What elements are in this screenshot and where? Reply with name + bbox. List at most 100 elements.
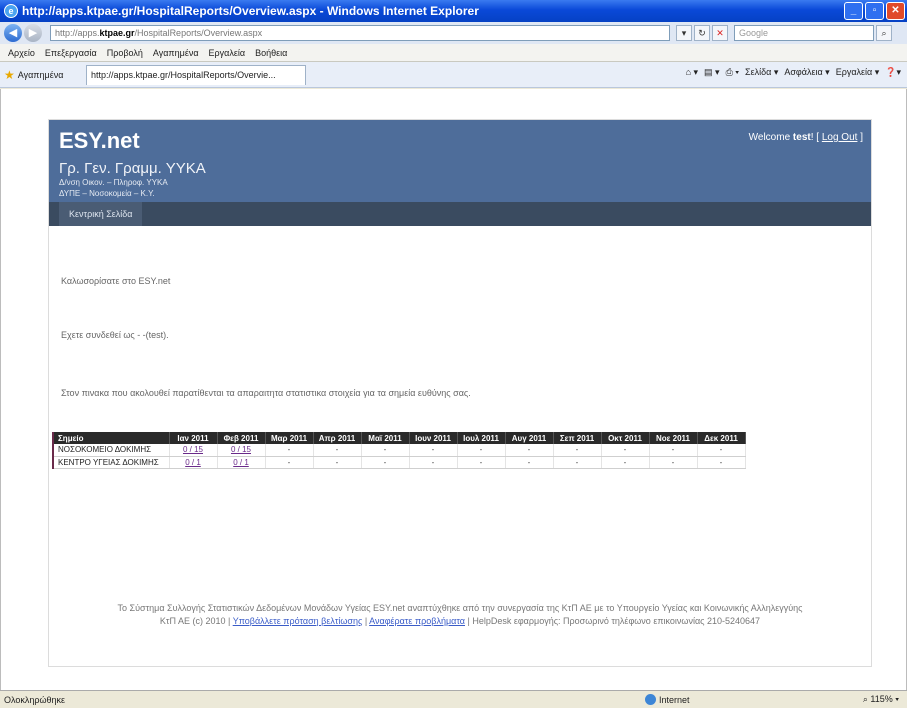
- menu-view[interactable]: Προβολή: [107, 48, 143, 58]
- footer-line-1: Το Σύστημα Συλλογής Στατιστικών Δεδομένω…: [117, 603, 803, 613]
- security-zone: Internet: [645, 694, 690, 705]
- cmd-tools[interactable]: Εργαλεία ▾: [836, 67, 880, 78]
- column-header: Ιουλ 2011: [457, 432, 506, 444]
- cmd-safety[interactable]: Ασφάλεια ▾: [784, 67, 829, 78]
- search-input[interactable]: Google: [734, 25, 874, 41]
- close-button[interactable]: ✕: [886, 2, 905, 20]
- table-intro: Στον πινακα που ακολουθεί παρατίθενται τ…: [61, 388, 471, 398]
- column-header: Δεκ 2011: [697, 432, 746, 444]
- cell-link-feb: 0 / 1: [217, 456, 266, 469]
- stats-link[interactable]: 0 / 15: [183, 445, 203, 454]
- cell-link-jan: 0 / 1: [169, 456, 218, 469]
- table-cell: -: [265, 444, 314, 457]
- back-button[interactable]: ◀: [4, 24, 22, 42]
- report-problem-link[interactable]: Αναφέρατε προβλήματα: [369, 616, 465, 626]
- column-header: Οκτ 2011: [601, 432, 650, 444]
- row-name: ΝΟΣΟΚΟΜΕΙΟ ΔΟΚΙΜΗΣ: [53, 444, 170, 457]
- column-header: Ιουν 2011: [409, 432, 458, 444]
- menu-edit[interactable]: Επεξεργασία: [45, 48, 97, 58]
- table-cell: -: [697, 456, 746, 469]
- row-name: ΚΕΝΤΡΟ ΥΓΕΙΑΣ ΔΟΚΙΜΗΣ: [53, 456, 170, 469]
- globe-icon: [645, 694, 656, 705]
- help-icon[interactable]: ❓▾: [885, 67, 901, 78]
- search-icon[interactable]: ⌕: [876, 25, 892, 41]
- site-footer: Το Σύστημα Συλλογής Στατιστικών Δεδομένω…: [49, 602, 871, 628]
- logged-in-message: Εχετε συνδεθεί ως - -(test).: [61, 330, 169, 340]
- table-cell: -: [409, 456, 458, 469]
- logout-link[interactable]: Log Out: [822, 132, 858, 143]
- address-bar: ◀ ▶ http://apps.ktpae.gr/HospitalReports…: [0, 22, 907, 44]
- menu-file[interactable]: Αρχείο: [8, 48, 35, 58]
- table-row: ΝΟΣΟΚΟΜΕΙΟ ΔΟΚΙΜΗΣ 0 / 15 0 / 15 - - - -…: [53, 444, 746, 457]
- url-input[interactable]: http://apps.ktpae.gr/HospitalReports/Ove…: [50, 25, 670, 41]
- column-header: Μαϊ 2011: [361, 432, 410, 444]
- table-cell: -: [313, 444, 362, 457]
- cmd-page[interactable]: Σελίδα ▾: [745, 67, 778, 78]
- menu-favorites[interactable]: Αγαπημένα: [153, 48, 199, 58]
- status-text: Ολοκληρώθηκε: [4, 694, 66, 705]
- welcome-text: Welcome test! [ Log Out ]: [748, 132, 863, 143]
- stats-link[interactable]: 0 / 15: [231, 445, 251, 454]
- suggest-improvement-link[interactable]: Υποβάλλετε πρόταση βελτίωσης: [233, 616, 363, 626]
- footer-line-2: ΚτΠ ΑΕ (c) 2010 | Υποβάλλετε πρόταση βελ…: [159, 616, 761, 626]
- table-cell: -: [505, 444, 554, 457]
- table-row: ΚΕΝΤΡΟ ΥΓΕΙΑΣ ΔΟΚΙΜΗΣ 0 / 1 0 / 1 - - - …: [53, 456, 746, 469]
- minimize-button[interactable]: _: [844, 2, 863, 20]
- forward-button[interactable]: ▶: [24, 24, 42, 42]
- column-header: Φεβ 2011: [217, 432, 266, 444]
- window-controls: _ ▫ ✕: [844, 2, 905, 20]
- menu-help[interactable]: Βοήθεια: [255, 48, 287, 58]
- site-nav: Κεντρική Σελίδα: [49, 202, 871, 226]
- browser-window: e http://apps.ktpae.gr/HospitalReports/O…: [0, 0, 907, 708]
- stats-table: Σημείο Ιαν 2011 Φεβ 2011 Μαρ 2011 Απρ 20…: [52, 432, 746, 469]
- table-cell: -: [649, 444, 698, 457]
- star-icon: ★: [4, 67, 15, 82]
- menu-tools[interactable]: Εργαλεία: [209, 48, 246, 58]
- welcome-message: Καλωσορίσατε στο ESY.net: [61, 276, 171, 286]
- stats-link[interactable]: 0 / 1: [233, 458, 249, 467]
- page-viewport: ESY.net Γρ. Γεν. Γραμμ. ΥΥΚΑ Δ/νση Οικον…: [0, 89, 907, 690]
- table-cell: -: [505, 456, 554, 469]
- dropdown-icon[interactable]: ▾: [676, 25, 692, 41]
- table-cell: -: [601, 456, 650, 469]
- table-cell: -: [265, 456, 314, 469]
- nav-home[interactable]: Κεντρική Σελίδα: [59, 202, 143, 226]
- table-cell: -: [649, 456, 698, 469]
- table-cell: -: [409, 444, 458, 457]
- title-bar: e http://apps.ktpae.gr/HospitalReports/O…: [0, 0, 907, 22]
- cell-link-feb: 0 / 15: [217, 444, 266, 457]
- column-header: Σεπ 2011: [553, 432, 602, 444]
- table-cell: -: [601, 444, 650, 457]
- table-cell: -: [457, 456, 506, 469]
- site-brand: ESY.net: [59, 128, 140, 153]
- column-header: Απρ 2011: [313, 432, 362, 444]
- table-cell: -: [313, 456, 362, 469]
- table-cell: -: [697, 444, 746, 457]
- table-cell: -: [457, 444, 506, 457]
- tab-current[interactable]: http://apps.ktpae.gr/HospitalReports/Ove…: [86, 64, 306, 85]
- stop-icon[interactable]: ✕: [712, 25, 728, 41]
- table-cell: -: [361, 444, 410, 457]
- feeds-icon[interactable]: ▤ ▾: [704, 67, 720, 78]
- tab-bar: ★ Αγαπημένα http://apps.ktpae.gr/Hospita…: [0, 62, 907, 88]
- status-bar: Ολοκληρώθηκε Internet ⌕ 115% ▾: [0, 690, 907, 708]
- print-icon[interactable]: ⎙ ▾: [726, 67, 739, 78]
- column-header: Μαρ 2011: [265, 432, 314, 444]
- zoom-level[interactable]: ⌕ 115% ▾: [863, 694, 899, 705]
- column-header: Ιαν 2011: [169, 432, 218, 444]
- site-header: ESY.net Γρ. Γεν. Γραμμ. ΥΥΚΑ Δ/νση Οικον…: [49, 120, 871, 202]
- table-cell: -: [553, 444, 602, 457]
- maximize-button[interactable]: ▫: [865, 2, 884, 20]
- site-page: ESY.net Γρ. Γεν. Γραμμ. ΥΥΚΑ Δ/νση Οικον…: [48, 119, 872, 667]
- address-tools: ▾ ↻ ✕: [676, 25, 728, 41]
- column-header: Σημείο: [53, 432, 170, 444]
- table-header-row: Σημείο Ιαν 2011 Φεβ 2011 Μαρ 2011 Απρ 20…: [53, 432, 746, 444]
- stats-link[interactable]: 0 / 1: [185, 458, 201, 467]
- home-icon[interactable]: ⌂ ▾: [686, 67, 698, 78]
- refresh-icon[interactable]: ↻: [694, 25, 710, 41]
- column-header: Αυγ 2011: [505, 432, 554, 444]
- favorites-button[interactable]: ★ Αγαπημένα: [4, 68, 80, 82]
- table-cell: -: [553, 456, 602, 469]
- window-title: http://apps.ktpae.gr/HospitalReports/Ove…: [22, 4, 479, 18]
- ie-logo-icon: e: [4, 4, 18, 18]
